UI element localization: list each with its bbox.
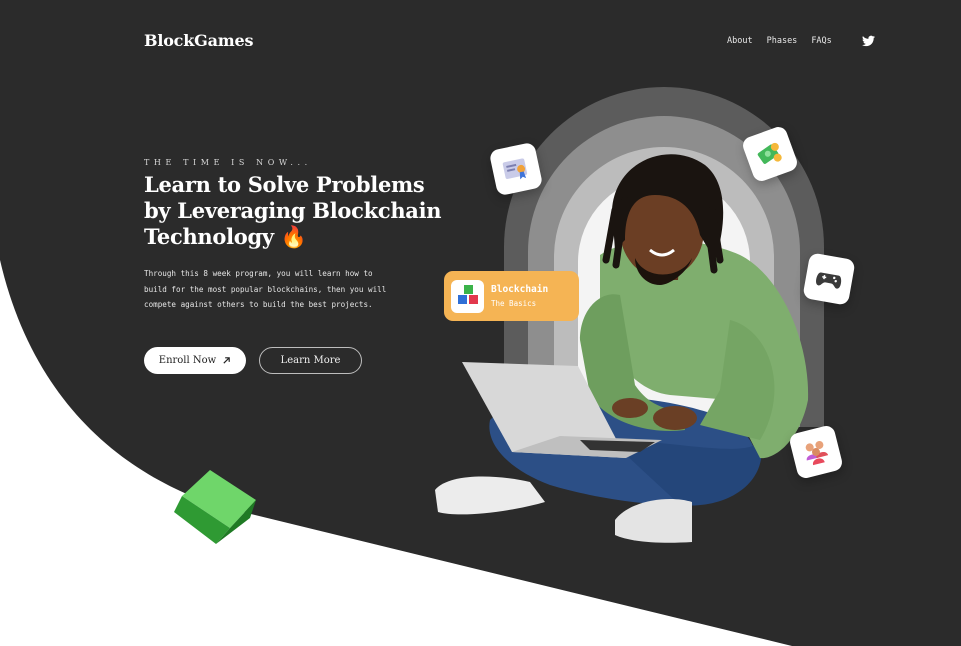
- gamepad-tile: [802, 252, 856, 306]
- enroll-label: Enroll Now: [158, 355, 217, 366]
- card-subtitle: The Basics: [491, 299, 537, 308]
- page-title: Learn to Solve Problems by Leveraging Bl…: [144, 172, 442, 249]
- arrow-up-right-icon: [223, 357, 231, 364]
- course-card[interactable]: Blockchain The Basics: [444, 271, 579, 321]
- gamepad-icon: [816, 272, 842, 289]
- student-illustration: [435, 154, 809, 543]
- eyebrow-text: THE TIME IS NOW...: [144, 158, 312, 167]
- nav-faqs[interactable]: FAQs: [811, 36, 831, 46]
- cube-icon: [174, 470, 256, 544]
- enroll-now-button[interactable]: Enroll Now: [144, 347, 246, 374]
- learn-label: Learn More: [280, 355, 341, 366]
- blocks-icon: [451, 279, 484, 313]
- certificate-icon: [502, 158, 528, 180]
- learn-more-button[interactable]: Learn More: [259, 347, 362, 374]
- nav-about[interactable]: About: [727, 36, 753, 46]
- twitter-icon[interactable]: [862, 35, 875, 47]
- logo[interactable]: BlockGames: [144, 31, 253, 50]
- top-nav: About Phases FAQs: [727, 36, 846, 46]
- people-icon: [805, 440, 829, 466]
- certificate-tile: [488, 141, 544, 197]
- nav-phases[interactable]: Phases: [767, 36, 798, 46]
- card-title: Blockchain: [491, 284, 549, 295]
- money-icon: [757, 142, 782, 164]
- hero-description: Through this 8 week program, you will le…: [144, 269, 387, 310]
